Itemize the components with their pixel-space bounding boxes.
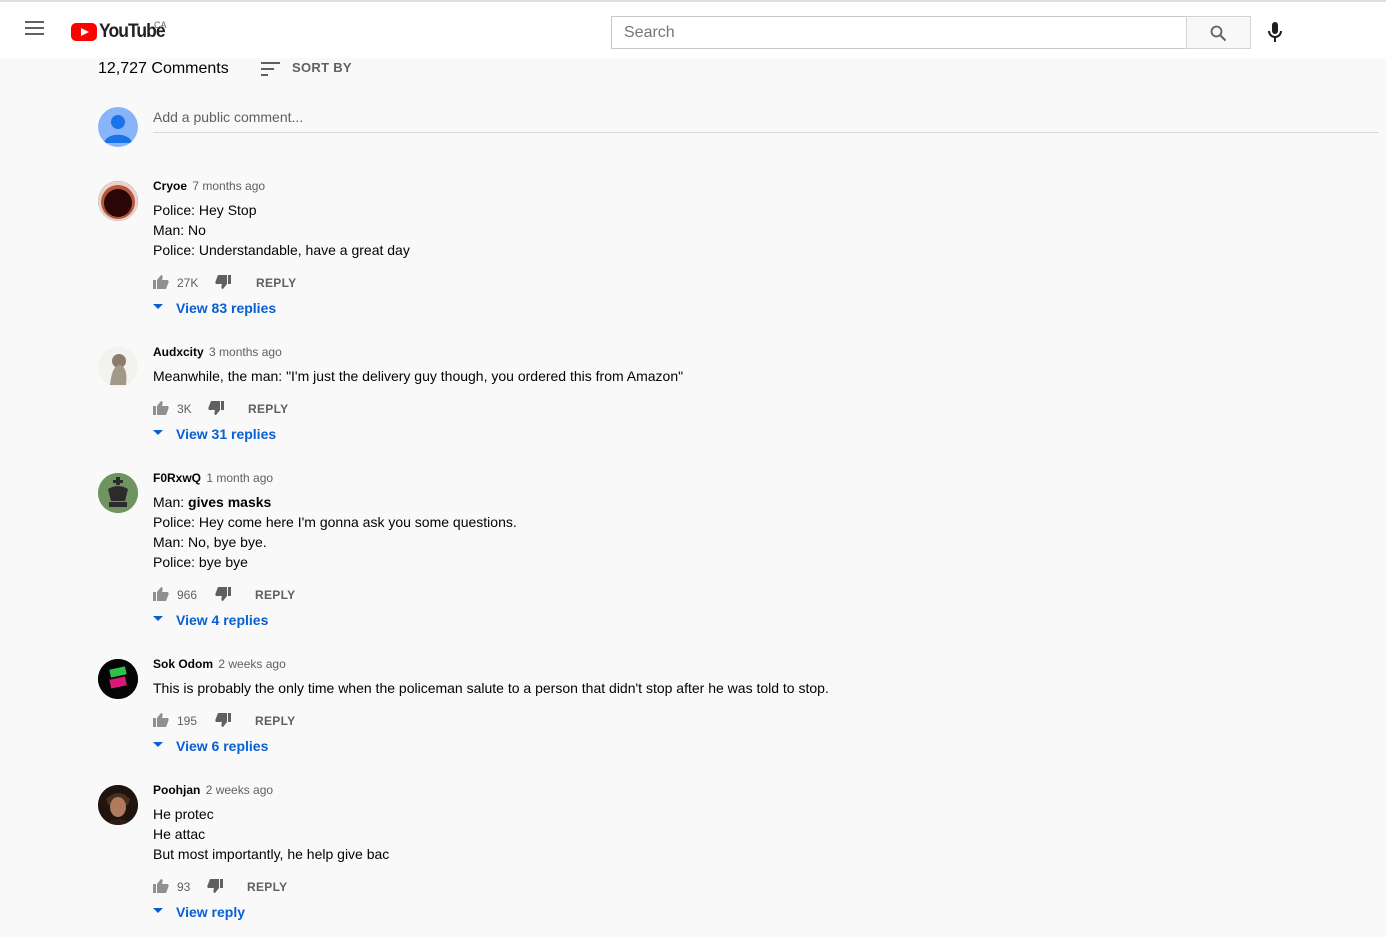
search-icon xyxy=(1210,25,1227,42)
thumbs-down-icon[interactable] xyxy=(215,274,231,290)
comment-line-prefix: Man: xyxy=(153,494,189,510)
thumbs-down-icon[interactable] xyxy=(207,878,223,894)
view-replies-label: View 4 replies xyxy=(176,612,269,628)
comment-line: Police: bye bye xyxy=(153,554,248,570)
add-comment-box xyxy=(153,107,1379,133)
comment-author[interactable]: Poohjan xyxy=(153,783,200,797)
youtube-play-icon xyxy=(71,23,97,41)
avatar[interactable] xyxy=(98,659,138,699)
like-count: 966 xyxy=(177,588,198,602)
comment-text: This is probably the only time when the … xyxy=(153,678,829,698)
comment-author[interactable]: Audxcity xyxy=(153,345,204,359)
comment-line: He protec xyxy=(153,806,214,822)
current-user-avatar xyxy=(98,107,138,147)
thumbs-up-icon[interactable] xyxy=(153,274,169,290)
comment-time[interactable]: 3 months ago xyxy=(209,345,282,359)
reply-button[interactable]: REPLY xyxy=(247,880,287,894)
comment-header: Audxcity 3 months ago xyxy=(153,345,282,359)
search-input[interactable] xyxy=(612,17,1186,48)
like-count: 93 xyxy=(177,880,191,894)
avatar[interactable] xyxy=(98,785,138,825)
sort-by-label: SORT BY xyxy=(292,60,352,75)
comment-time[interactable]: 7 months ago xyxy=(192,179,265,193)
reply-button[interactable]: REPLY xyxy=(255,588,295,602)
avatar[interactable] xyxy=(98,181,138,221)
comment-line: Man: No xyxy=(153,222,206,238)
comment-line: Police: Understandable, have a great day xyxy=(153,242,410,258)
reply-button[interactable]: REPLY xyxy=(248,402,288,416)
default-user-icon xyxy=(104,115,132,143)
avatar-image xyxy=(98,473,138,513)
reply-button[interactable]: REPLY xyxy=(256,276,296,290)
voice-search-button[interactable] xyxy=(1263,20,1287,44)
thumbs-up-icon[interactable] xyxy=(153,878,169,894)
comment-author[interactable]: Cryoe xyxy=(153,179,187,193)
chevron-down-icon xyxy=(153,908,163,913)
comment-text: Police: Hey Stop Man: No Police: Underst… xyxy=(153,200,410,260)
comment-time[interactable]: 2 weeks ago xyxy=(218,657,285,671)
thumbs-up-icon[interactable] xyxy=(153,586,169,602)
comment-count: 12,727 Comments xyxy=(98,60,229,77)
search-button[interactable] xyxy=(1186,16,1251,49)
comment-line: But most importantly, he help give bac xyxy=(153,846,390,862)
view-replies-label: View 6 replies xyxy=(176,738,269,754)
masthead: YouTube CA xyxy=(0,0,1386,58)
country-code: CA xyxy=(154,20,167,30)
avatar-image xyxy=(98,347,138,387)
view-replies-label: View reply xyxy=(176,904,246,920)
reply-button[interactable]: REPLY xyxy=(255,714,295,728)
avatar-image xyxy=(98,181,138,221)
comment-header: Cryoe 7 months ago xyxy=(153,179,265,193)
comment-header: Poohjan 2 weeks ago xyxy=(153,783,273,797)
avatar-image xyxy=(98,785,138,825)
chevron-down-icon xyxy=(153,616,163,621)
thumbs-up-icon[interactable] xyxy=(153,712,169,728)
add-comment-input[interactable] xyxy=(153,107,1379,127)
search-box xyxy=(611,16,1187,49)
view-replies-label: View 83 replies xyxy=(176,300,277,316)
thumbs-up-icon[interactable] xyxy=(153,400,169,416)
comment-text: Man: gives masks Police: Hey come here I… xyxy=(153,492,517,572)
comment-line: Man: gives masks xyxy=(153,492,517,512)
like-count: 27K xyxy=(177,276,199,290)
like-count: 195 xyxy=(177,714,198,728)
comment-header: F0RxwQ 1 month ago xyxy=(153,471,273,485)
comment-author[interactable]: Sok Odom xyxy=(153,657,213,671)
comment-line: Man: No, bye bye. xyxy=(153,534,267,550)
chevron-down-icon xyxy=(153,304,163,309)
view-replies-label: View 31 replies xyxy=(176,426,277,442)
comment-line: He attac xyxy=(153,826,206,842)
comment-line: Police: Hey Stop xyxy=(153,202,257,218)
thumbs-down-icon[interactable] xyxy=(215,712,231,728)
chevron-down-icon xyxy=(153,742,163,747)
comment-line: Meanwhile, the man: "I'm just the delive… xyxy=(153,368,684,384)
comment-text: He protec He attac But most importantly,… xyxy=(153,804,389,864)
comment-author[interactable]: F0RxwQ xyxy=(153,471,201,485)
thumbs-down-icon[interactable] xyxy=(215,586,231,602)
like-count: 3K xyxy=(177,402,192,416)
sort-icon xyxy=(261,62,280,76)
chevron-down-icon xyxy=(153,430,163,435)
thumbs-down-icon[interactable] xyxy=(208,400,224,416)
avatar[interactable] xyxy=(98,473,138,513)
menu-icon[interactable] xyxy=(24,20,46,38)
comment-line-bold: gives masks xyxy=(188,494,272,510)
comment-text: Meanwhile, the man: "I'm just the delive… xyxy=(153,366,683,386)
microphone-icon xyxy=(1268,22,1282,42)
comment-time[interactable]: 2 weeks ago xyxy=(206,783,273,797)
avatar[interactable] xyxy=(98,347,138,387)
comment-line: Police: Hey come here I'm gonna ask you … xyxy=(153,514,517,530)
comment-time[interactable]: 1 month ago xyxy=(206,471,273,485)
comment-line: This is probably the only time when the … xyxy=(153,680,829,696)
comment-header: Sok Odom 2 weeks ago xyxy=(153,657,286,671)
avatar-image xyxy=(98,659,138,699)
